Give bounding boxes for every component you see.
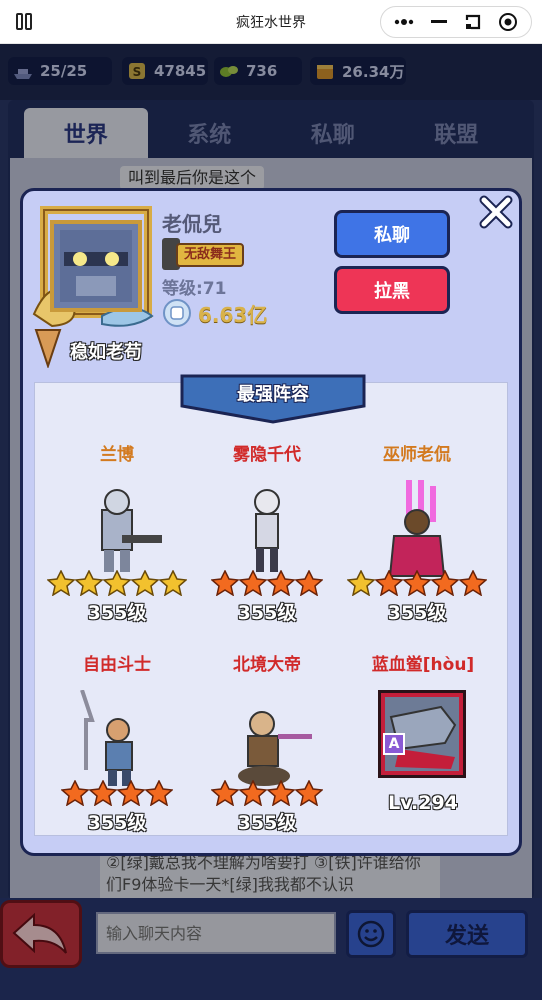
avatar[interactable] bbox=[50, 220, 142, 312]
player-level: 等级:71 bbox=[162, 279, 227, 299]
minimize-icon[interactable] bbox=[427, 10, 451, 34]
star-icon bbox=[267, 570, 295, 596]
hero-sprite-icon bbox=[101, 489, 162, 572]
hero-slot-1[interactable]: 兰博 355级 bbox=[42, 440, 192, 630]
capsule-menu bbox=[380, 6, 532, 38]
hero-level: 355级 bbox=[237, 602, 297, 624]
hero-stars bbox=[42, 780, 192, 806]
combat-power: 6.63亿 bbox=[162, 298, 267, 328]
hero-stars bbox=[342, 570, 492, 596]
mini-program-top-bar: 疯狂水世界 bbox=[0, 0, 542, 44]
rank-title-badge: 无敌舞王 bbox=[162, 238, 250, 270]
card-level: Lv.294 bbox=[388, 792, 458, 814]
close-icon[interactable] bbox=[478, 194, 514, 230]
block-button[interactable]: 拉黑 bbox=[334, 266, 450, 314]
float-window-icon[interactable] bbox=[461, 10, 485, 34]
star-icon bbox=[145, 780, 173, 806]
star-icon bbox=[103, 570, 131, 596]
star-icon bbox=[117, 780, 145, 806]
player-nickname: 老侃兒 bbox=[162, 212, 222, 236]
rank-title-label: 无敌舞王 bbox=[176, 243, 245, 267]
hero-name: 北境大帝 bbox=[233, 655, 301, 675]
private-chat-button[interactable]: 私聊 bbox=[334, 210, 450, 258]
robot-face-icon bbox=[60, 230, 132, 302]
star-icon bbox=[211, 780, 239, 806]
star-icon bbox=[295, 780, 323, 806]
hero-name: 兰博 bbox=[100, 445, 134, 465]
hero-stars bbox=[42, 570, 192, 596]
hero-stars bbox=[192, 570, 342, 596]
star-icon bbox=[211, 570, 239, 596]
star-icon bbox=[61, 780, 89, 806]
hero-slot-4[interactable]: 自由斗士 355级 bbox=[42, 650, 192, 840]
star-icon bbox=[47, 570, 75, 596]
hero-sprite-icon bbox=[80, 690, 133, 786]
fist-icon bbox=[163, 299, 191, 327]
hero-name: 巫师老侃 bbox=[383, 445, 451, 465]
star-icon bbox=[89, 780, 117, 806]
close-miniprogram-icon[interactable] bbox=[496, 10, 520, 34]
ship-card[interactable]: A bbox=[378, 690, 466, 778]
star-icon bbox=[375, 570, 403, 596]
hero-level: 355级 bbox=[387, 602, 447, 624]
hero-slot-5[interactable]: 北境大帝 355级 bbox=[192, 650, 342, 840]
star-icon bbox=[75, 570, 103, 596]
hero-name: 自由斗士 bbox=[83, 655, 151, 675]
lineup-banner: 最强阵容 bbox=[178, 374, 368, 424]
hero-slot-3[interactable]: 巫师老侃 355级 bbox=[342, 440, 492, 630]
lineup-title: 最强阵容 bbox=[237, 384, 309, 405]
hero-slot-2[interactable]: 雾隐千代 355级 bbox=[192, 440, 342, 630]
hero-level: 355级 bbox=[87, 812, 147, 834]
star-icon bbox=[239, 570, 267, 596]
ice-cream-cone-icon bbox=[34, 329, 62, 368]
hero-sprite-icon bbox=[238, 711, 312, 786]
star-icon bbox=[131, 570, 159, 596]
hero-sprite-icon bbox=[388, 480, 446, 577]
star-icon bbox=[159, 570, 187, 596]
hero-stars bbox=[192, 780, 342, 806]
hero-level: 355级 bbox=[87, 602, 147, 624]
star-icon bbox=[267, 780, 295, 806]
card-name: 蓝血鲎[hòu] bbox=[371, 655, 475, 675]
star-icon bbox=[239, 780, 267, 806]
more-icon[interactable] bbox=[392, 10, 416, 34]
star-icon bbox=[459, 570, 487, 596]
star-icon bbox=[403, 570, 431, 596]
hero-level: 355级 bbox=[237, 812, 297, 834]
rarity-badge: A bbox=[383, 733, 405, 755]
combat-power-value: 6.63亿 bbox=[198, 302, 268, 327]
star-icon bbox=[347, 570, 375, 596]
star-icon bbox=[431, 570, 459, 596]
hero-name: 雾隐千代 bbox=[233, 445, 301, 465]
star-icon bbox=[295, 570, 323, 596]
hero-sprite-icon bbox=[254, 489, 280, 572]
frame-title: 稳如老苟 bbox=[70, 342, 142, 363]
